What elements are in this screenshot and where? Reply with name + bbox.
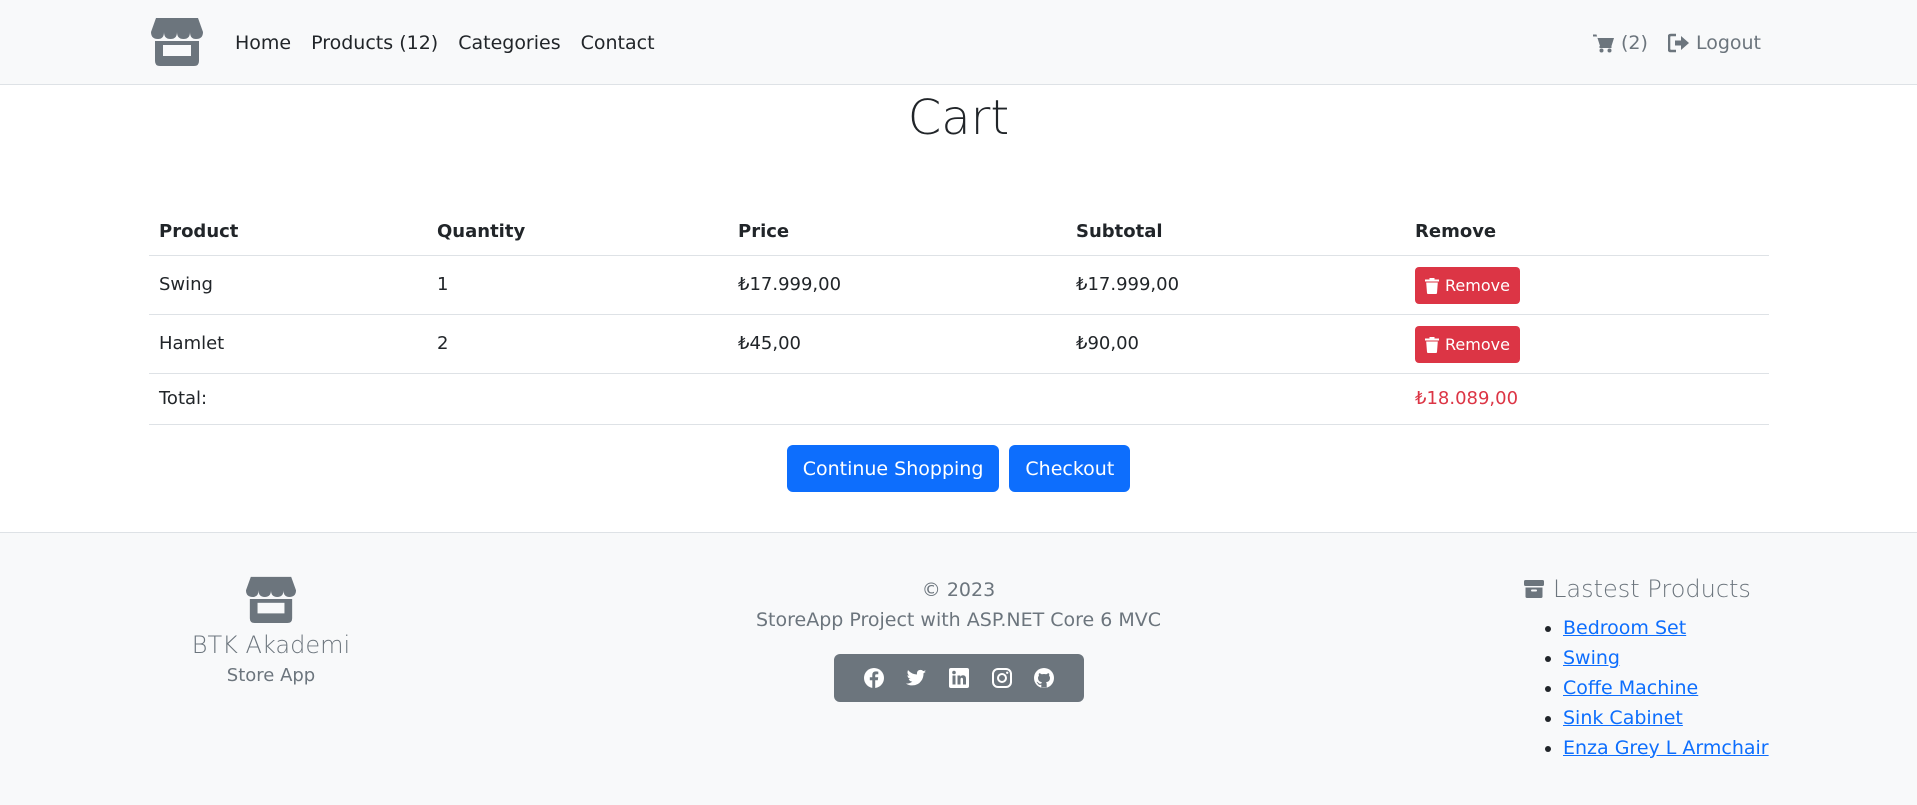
cell-product: Hamlet: [149, 314, 427, 374]
nav-link-categories[interactable]: Categories: [458, 32, 560, 54]
cart-actions: Continue Shopping Checkout: [0, 445, 1917, 492]
cell-product: Swing: [149, 255, 427, 315]
total-value: ₺18.089,00: [1405, 373, 1769, 425]
store-icon[interactable]: [150, 14, 204, 66]
table-row: Swing 1 ₺17.999,00 ₺17.999,00 Remove: [149, 255, 1769, 315]
nav-right: (2) Logout: [1593, 0, 1761, 85]
cell-quantity: 2: [427, 314, 728, 374]
twitter-icon[interactable]: [905, 667, 927, 689]
total-row: Total: ₺18.089,00: [149, 373, 1769, 425]
list-item: Sink Cabinet: [1563, 703, 1813, 733]
navbar: Home Products (12) Categories Contact (2…: [0, 0, 1917, 85]
latest-products-heading: Lastest Products: [1553, 575, 1751, 603]
nav-link-contact[interactable]: Contact: [581, 32, 655, 54]
remove-label: Remove: [1445, 276, 1510, 295]
cell-subtotal: ₺17.999,00: [1066, 255, 1405, 315]
cell-quantity: 1: [427, 255, 728, 315]
logout-link[interactable]: Logout: [1667, 31, 1761, 54]
column-header-price: Price: [728, 208, 1066, 256]
column-header-product: Product: [149, 208, 427, 256]
remove-button[interactable]: Remove: [1415, 267, 1520, 304]
cell-remove: Remove: [1405, 314, 1769, 374]
latest-products: Lastest Products Bedroom Set Swing Coffe…: [1523, 573, 1813, 763]
continue-shopping-button[interactable]: Continue Shopping: [786, 445, 1000, 492]
box-icon: [1524, 580, 1544, 598]
sign-out-icon: [1667, 33, 1689, 52]
github-icon[interactable]: [1033, 667, 1055, 689]
latest-products-title: Lastest Products: [1523, 573, 1813, 605]
latest-products-list: Bedroom Set Swing Coffe Machine Sink Cab…: [1523, 613, 1813, 763]
nav-link-products[interactable]: Products (12): [311, 32, 438, 54]
cell-price: ₺17.999,00: [728, 255, 1066, 315]
trash-icon: [1425, 336, 1439, 353]
footer: BTK Akademi Store App © 2023 StoreApp Pr…: [0, 532, 1917, 805]
table-row: Hamlet 2 ₺45,00 ₺90,00 Remove: [149, 314, 1769, 374]
list-item: Enza Grey L Armchair: [1563, 733, 1813, 763]
cell-price: ₺45,00: [728, 314, 1066, 374]
list-item: Swing: [1563, 643, 1813, 673]
table-header-row: Product Quantity Price Subtotal Remove: [149, 208, 1769, 256]
list-item: Coffe Machine: [1563, 673, 1813, 703]
cell-subtotal: ₺90,00: [1066, 314, 1405, 374]
instagram-icon[interactable]: [991, 667, 1013, 689]
column-header-remove: Remove: [1405, 208, 1769, 256]
column-header-subtotal: Subtotal: [1066, 208, 1405, 256]
cart-count: (2): [1621, 31, 1648, 54]
product-link[interactable]: Enza Grey L Armchair: [1563, 737, 1769, 759]
total-label: Total:: [149, 373, 1405, 425]
product-link[interactable]: Sink Cabinet: [1563, 707, 1683, 729]
brand-subtitle: Store App: [226, 665, 316, 686]
nav-link-home[interactable]: Home: [235, 32, 291, 54]
social-links: [834, 654, 1084, 702]
product-link[interactable]: Coffe Machine: [1563, 677, 1698, 699]
remove-button[interactable]: Remove: [1415, 326, 1520, 363]
cart-table: Product Quantity Price Subtotal Remove S…: [149, 208, 1769, 425]
checkout-button[interactable]: Checkout: [1009, 445, 1131, 492]
column-header-quantity: Quantity: [427, 208, 728, 256]
facebook-icon[interactable]: [863, 667, 885, 689]
product-link[interactable]: Swing: [1563, 647, 1620, 669]
page-title: Cart: [907, 90, 1010, 146]
list-item: Bedroom Set: [1563, 613, 1813, 643]
logout-label: Logout: [1695, 31, 1761, 54]
trash-icon: [1425, 277, 1439, 294]
product-link[interactable]: Bedroom Set: [1563, 617, 1686, 639]
cart-link[interactable]: (2): [1593, 32, 1648, 54]
remove-label: Remove: [1445, 335, 1510, 354]
cart-icon: [1593, 34, 1615, 52]
nav-links: Home Products (12) Categories Contact: [235, 0, 655, 85]
linkedin-icon[interactable]: [948, 667, 970, 689]
cell-remove: Remove: [1405, 255, 1769, 315]
